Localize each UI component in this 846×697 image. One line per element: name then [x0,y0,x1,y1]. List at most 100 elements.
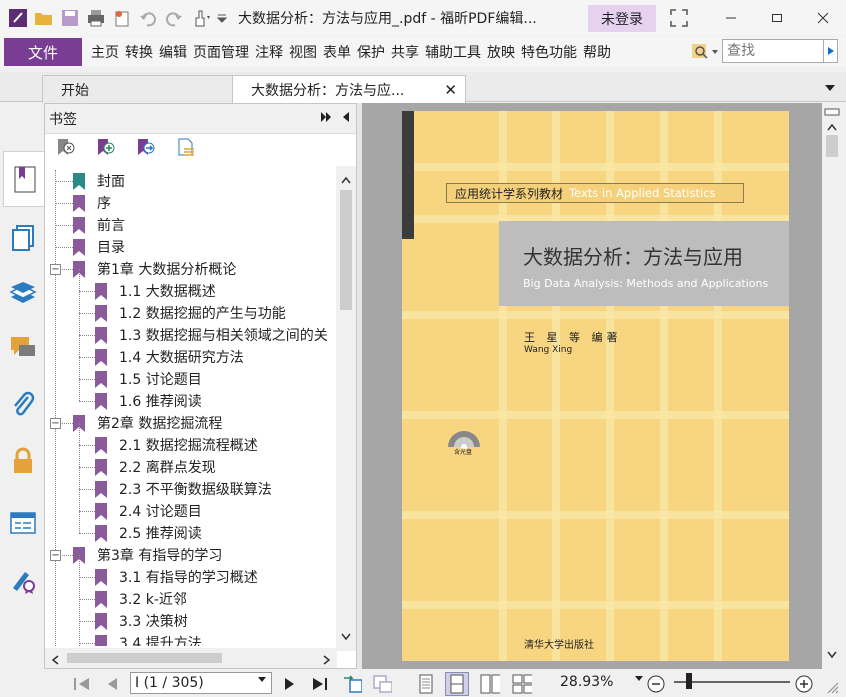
document-view[interactable]: 应用统计学系列教材 Texts in Applied Statistics 大数… [362,103,822,669]
single-page-view-icon[interactable] [416,674,436,694]
bookmark-options-icon[interactable] [175,137,197,161]
signature-button[interactable] [8,565,38,595]
bookmark-item[interactable]: 1.2 数据挖掘的产生与功能 [95,302,286,324]
menu-features[interactable]: 特色功能 [518,42,580,62]
document-vertical-scrollbar[interactable] [822,103,842,669]
print-icon[interactable] [86,8,106,28]
zoom-level[interactable]: 28.93% [560,674,613,690]
comments-panel-button[interactable] [8,333,38,363]
bookmark-collapse-toggle[interactable]: − [50,418,61,429]
bookmark-item[interactable]: 1.3 数据挖掘与相关领域之间的关 [95,324,328,346]
bookmark-vertical-scrollbar[interactable] [336,166,356,651]
close-window-button[interactable] [800,0,846,36]
first-page-icon[interactable] [72,674,92,694]
bookmark-item[interactable]: 目录 [73,236,125,258]
search-options-icon[interactable] [690,41,720,65]
bookmark-hscroll-thumb[interactable] [67,653,222,663]
bookmark-item[interactable]: 前言 [73,214,125,236]
scroll-left-icon[interactable] [51,653,59,669]
menu-edit[interactable]: 编辑 [156,42,190,62]
menu-share[interactable]: 共享 [388,42,422,62]
form-fields-button[interactable] [8,508,38,538]
bookmark-item[interactable]: 1.5 讨论题目 [95,368,202,390]
scroll-up-icon[interactable] [341,172,351,188]
last-page-icon[interactable] [310,674,330,694]
menu-view[interactable]: 视图 [286,42,320,62]
bookmark-item[interactable]: 2.5 推荐阅读 [95,522,202,544]
redo-icon[interactable] [164,8,184,28]
doc-scroll-top-icon[interactable] [824,104,840,120]
page-dropdown-icon[interactable] [257,676,267,687]
search-go-button[interactable] [824,39,838,63]
bookmark-collapse-toggle[interactable]: − [50,264,61,275]
previous-view-icon[interactable] [342,674,362,694]
menu-home[interactable]: 主页 [88,42,122,62]
continuous-view-icon[interactable] [445,672,469,696]
delete-bookmark-icon[interactable] [55,137,77,161]
tab-close-icon[interactable]: ✕ [444,81,457,99]
security-lock-icon[interactable] [8,446,38,476]
minimize-button[interactable] [708,0,754,36]
hand-tool-icon[interactable] [190,8,210,28]
menu-help[interactable]: 帮助 [580,42,614,62]
bookmark-item[interactable]: 1.1 大数据概述 [95,280,216,302]
bookmark-item[interactable]: 1.4 大数据研究方法 [95,346,244,368]
menu-convert[interactable]: 转换 [122,42,156,62]
bookmark-item[interactable]: 3.3 决策树 [95,610,188,632]
file-menu-button[interactable]: 文件 [4,38,82,66]
tab-document[interactable]: 大数据分析：方法与应... ✕ [232,75,466,104]
customize-toolbar-icon[interactable] [216,8,228,28]
attachments-button[interactable] [8,390,38,420]
bookmark-item[interactable]: 2.3 不平衡数据级联算法 [95,478,272,500]
save-icon[interactable] [60,8,80,28]
bookmark-item[interactable]: 1.6 推荐阅读 [95,390,202,412]
doc-scroll-up-icon[interactable] [827,119,837,135]
tab-home[interactable]: 开始 [42,75,237,103]
add-bookmark-icon[interactable] [95,137,117,161]
bookmark-item[interactable]: 3.4 提升方法 [95,632,202,646]
tab-list-dropdown-icon[interactable] [824,80,836,96]
continuous-facing-view-icon[interactable] [512,674,532,694]
fullscreen-icon[interactable] [670,9,688,31]
menu-protect[interactable]: 保护 [354,42,388,62]
bookmark-scroll-thumb[interactable] [340,190,352,310]
search-input[interactable] [722,39,824,63]
zoom-slider-thumb[interactable] [686,673,692,689]
bookmark-item[interactable]: 2.2 离群点发现 [95,456,216,478]
login-button[interactable]: 未登录 [588,5,656,32]
menu-accessibility[interactable]: 辅助工具 [422,42,484,62]
bookmark-item[interactable]: 2.4 讨论题目 [95,500,202,522]
bookmark-item[interactable]: 第3章 有指导的学习 [73,544,222,566]
zoom-out-icon[interactable] [646,674,666,694]
bookmark-item[interactable]: 3.1 有指导的学习概述 [95,566,258,588]
menu-page-management[interactable]: 页面管理 [190,42,252,62]
menu-slideshow[interactable]: 放映 [484,42,518,62]
undo-icon[interactable] [138,8,158,28]
bookmark-item[interactable]: 序 [73,192,111,214]
zoom-in-icon[interactable] [794,674,814,694]
bookmark-horizontal-scrollbar[interactable] [45,648,337,668]
page-number-input[interactable]: I (1 / 305) [130,672,272,694]
scroll-right-icon[interactable] [323,653,331,669]
resize-grip-icon[interactable] [822,677,842,697]
menu-comment[interactable]: 注释 [252,42,286,62]
bookmark-item[interactable]: 封面 [73,170,125,192]
menu-form[interactable]: 表单 [320,42,354,62]
doc-scroll-down-icon[interactable] [827,647,837,663]
facing-view-icon[interactable] [480,674,500,694]
previous-page-icon[interactable] [102,674,122,694]
zoom-dropdown-icon[interactable] [634,675,644,686]
doc-scroll-thumb[interactable] [826,135,838,157]
move-bookmark-icon[interactable] [135,137,157,161]
scroll-down-icon[interactable] [341,629,351,645]
bookmark-collapse-toggle[interactable]: − [50,550,61,561]
layers-button[interactable] [8,278,38,308]
expand-panel-icon[interactable] [320,111,332,127]
collapse-panel-icon[interactable] [342,111,350,127]
next-view-icon[interactable] [372,674,392,694]
bookmark-item[interactable]: 第2章 数据挖掘流程 [73,412,222,434]
pages-thumbnail-button[interactable] [8,223,38,253]
restore-button[interactable] [754,0,800,36]
bookmark-item[interactable]: 第1章 大数据分析概论 [73,258,236,280]
next-page-icon[interactable] [280,674,300,694]
